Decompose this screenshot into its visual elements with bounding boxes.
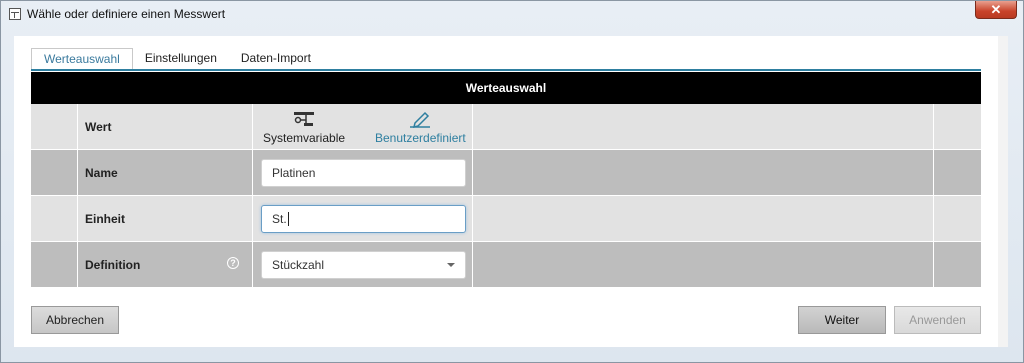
value-type-options: Systemvariable Benutzerdefiniert	[253, 104, 473, 149]
value-table: Wert Systemvariable Benutzerdefiniert Na…	[31, 104, 981, 288]
row-label-einheit: Einheit	[78, 196, 253, 241]
tab-underline	[31, 69, 981, 71]
edit-pencil-icon	[410, 111, 431, 128]
einheit-input[interactable]: St.	[261, 204, 466, 233]
system-variable-icon	[294, 112, 315, 126]
section-title: Werteauswahl	[465, 81, 547, 95]
section-header: Werteauswahl	[31, 72, 981, 104]
help-icon[interactable]: ?	[227, 257, 239, 269]
tab-einstellungen[interactable]: Einstellungen	[133, 48, 229, 70]
window-title: Wähle oder definiere einen Messwert	[27, 6, 226, 21]
app-icon	[9, 7, 21, 20]
row-label-name: Name	[78, 150, 253, 195]
close-icon: ✕	[990, 1, 1002, 17]
name-input-value: Platinen	[272, 165, 316, 180]
table-row-definition: Definition ? Stückzahl	[31, 242, 981, 288]
name-input[interactable]: Platinen	[261, 158, 466, 187]
dialog-window: Wähle oder definiere einen Messwert ✕ We…	[0, 0, 1024, 363]
table-row-einheit: Einheit St.	[31, 196, 981, 242]
close-button[interactable]: ✕	[975, 1, 1017, 19]
einheit-input-value: St.	[272, 211, 287, 226]
text-cursor	[287, 211, 289, 226]
next-button[interactable]: Weiter	[798, 306, 886, 334]
row-label-wert: Wert	[78, 104, 253, 149]
cancel-button[interactable]: Abbrechen	[31, 306, 119, 334]
scrollbar[interactable]	[998, 36, 1008, 347]
option-benutzerdefiniert-label: Benutzerdefiniert	[375, 131, 466, 145]
definition-label: Definition	[85, 257, 141, 272]
definition-select[interactable]: Stückzahl	[261, 250, 466, 279]
dialog-content: Werteauswahl Einstellungen Daten-Import …	[14, 36, 1008, 347]
tab-daten-import[interactable]: Daten-Import	[229, 48, 323, 70]
definition-select-value: Stückzahl	[272, 257, 325, 272]
title-bar[interactable]: Wähle oder definiere einen Messwert ✕	[1, 1, 1023, 26]
option-systemvariable[interactable]: Systemvariable	[263, 110, 345, 145]
option-benutzerdefiniert[interactable]: Benutzerdefiniert	[375, 110, 466, 145]
tab-bar: Werteauswahl Einstellungen Daten-Import	[31, 48, 323, 70]
table-row-name: Name Platinen	[31, 150, 981, 196]
tab-werteauswahl[interactable]: Werteauswahl	[31, 48, 133, 70]
row-label-definition: Definition ?	[78, 242, 253, 287]
table-row-wert: Wert Systemvariable Benutzerdefiniert	[31, 104, 981, 150]
option-systemvariable-label: Systemvariable	[263, 131, 346, 145]
apply-button[interactable]: Anwenden	[894, 306, 981, 334]
chevron-down-icon	[447, 262, 455, 267]
